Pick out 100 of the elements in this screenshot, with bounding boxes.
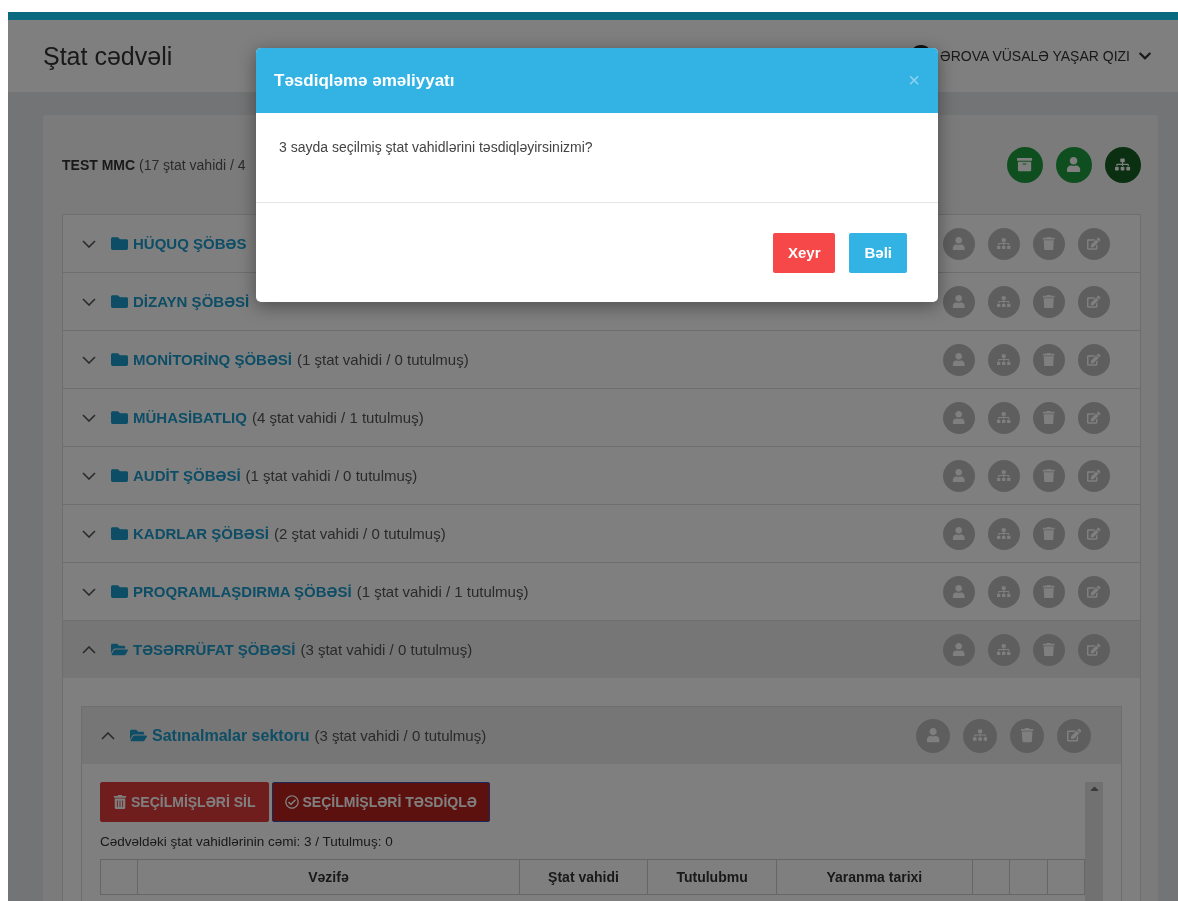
department-name[interactable]: MÜHASİBATLIQ (133, 409, 247, 426)
add-person-button[interactable] (943, 633, 975, 666)
edit-button[interactable] (1057, 718, 1091, 753)
department-name[interactable]: TƏSƏRRÜFAT ŞÖBƏSİ (133, 641, 296, 658)
sitemap-icon (997, 236, 1011, 251)
delete-selected-button[interactable]: SEÇİLMİŞLƏRİ SİL (100, 782, 269, 822)
page-title: Ştat cədvəli (43, 41, 173, 71)
sitemap-icon (972, 728, 988, 743)
trash-icon (1042, 468, 1056, 483)
department-name[interactable]: MONİTORİNQ ŞÖBƏSİ (133, 351, 292, 368)
user-icon (952, 584, 966, 599)
trash-icon (1042, 352, 1056, 367)
structure-button[interactable] (988, 343, 1020, 376)
add-person-button[interactable] (943, 343, 975, 376)
column-header: Ştat vahidi (519, 859, 648, 895)
close-button[interactable]: × (908, 69, 920, 92)
delete-button[interactable] (1033, 401, 1065, 434)
department-summary: (3 ştat vahidi / 0 tutulmuş) (300, 641, 473, 658)
folder-icon (130, 727, 147, 744)
trash-icon (1042, 236, 1056, 251)
edit-button[interactable] (1078, 459, 1110, 492)
structure-button[interactable] (988, 633, 1020, 666)
edit-button[interactable] (1078, 401, 1110, 434)
column-header (1047, 859, 1085, 895)
delete-button[interactable] (1033, 227, 1065, 260)
delete-button[interactable] (1033, 459, 1065, 492)
department-name[interactable]: HÜQUQ ŞÖBƏS (133, 235, 247, 252)
delete-button[interactable] (1033, 285, 1065, 318)
scrollbar[interactable] (1085, 782, 1103, 901)
edit-button[interactable] (1078, 285, 1110, 318)
delete-button[interactable] (1033, 343, 1065, 376)
structure-button[interactable] (963, 718, 997, 753)
structure-button[interactable] (988, 517, 1020, 550)
sitemap-icon (997, 584, 1011, 599)
edit-icon (1087, 410, 1101, 425)
trash-icon (1042, 584, 1056, 599)
structure-button[interactable] (988, 227, 1020, 260)
add-person-button[interactable] (943, 575, 975, 608)
edit-icon (1087, 294, 1101, 309)
add-person-button[interactable] (943, 401, 975, 434)
department-name[interactable]: AUDİT ŞÖBƏSİ (133, 467, 241, 484)
structure-button[interactable] (988, 575, 1020, 608)
user-name: ƏROVA VÜSALƏ YAŞAR QIZI (940, 48, 1130, 64)
user-icon (1066, 157, 1082, 173)
department-name[interactable]: DİZAYN ŞÖBƏSİ (133, 293, 250, 310)
sector-summary: (3 ştat vahidi / 0 tutulmuş) (314, 727, 487, 744)
sitemap-icon (997, 352, 1011, 367)
edit-button[interactable] (1078, 575, 1110, 608)
structure-button[interactable] (988, 459, 1020, 492)
column-header (100, 859, 138, 895)
organization-title: TEST MMC (17 ştat vahidi / 4 (62, 157, 246, 173)
chevron-up-icon (82, 645, 96, 654)
trash-icon (113, 795, 127, 809)
dialog-message: 3 sayda seçilmiş ştat vahidlərini təsdiqləyirsinizmi? (256, 113, 938, 203)
department-summary: (1 ştat vahidi / 1 tutulmuş) (356, 583, 529, 600)
delete-button[interactable] (1010, 718, 1044, 753)
add-person-button[interactable] (1056, 147, 1092, 183)
archive-button[interactable] (1007, 147, 1043, 183)
department-name[interactable]: KADRLAR ŞÖBƏSİ (133, 525, 269, 542)
structure-button[interactable] (988, 401, 1020, 434)
chevron-down-icon (82, 297, 96, 306)
folder-icon (111, 409, 128, 426)
no-button[interactable]: Xeyr (772, 232, 836, 273)
edit-button[interactable] (1078, 343, 1110, 376)
trash-icon (1042, 410, 1056, 425)
structure-button[interactable] (988, 285, 1020, 318)
department-name[interactable]: PROQRAMLAŞDIRMA ŞÖBƏSİ (133, 583, 352, 600)
delete-button[interactable] (1033, 633, 1065, 666)
add-person-button[interactable] (943, 285, 975, 318)
yes-button[interactable]: Bəli (849, 232, 907, 273)
sitemap-icon (997, 468, 1011, 483)
delete-button[interactable] (1033, 575, 1065, 608)
department-summary: (1 ştat vahidi / 0 tutulmuş) (296, 351, 469, 368)
edit-icon (1087, 584, 1101, 599)
trash-icon (1019, 728, 1035, 743)
trash-icon (1042, 526, 1056, 541)
column-header (1009, 859, 1048, 895)
chevron-down-icon (82, 587, 96, 596)
archive-icon (1017, 157, 1033, 173)
edit-button[interactable] (1078, 517, 1110, 550)
folder-icon (111, 525, 128, 542)
column-header: Tutulubmu (647, 859, 777, 895)
sitemap-icon (997, 526, 1011, 541)
user-icon (952, 642, 966, 657)
add-person-button[interactable] (943, 459, 975, 492)
sector-name[interactable]: Satınalmalar sektoru (152, 726, 310, 745)
department-summary: (4 ştat vahidi / 1 tutulmuş) (251, 409, 424, 426)
structure-button[interactable] (1105, 147, 1141, 183)
column-header (972, 859, 1010, 895)
add-person-button[interactable] (916, 718, 950, 753)
user-icon (952, 236, 966, 251)
delete-button[interactable] (1033, 517, 1065, 550)
edit-icon (1087, 236, 1101, 251)
edit-button[interactable] (1078, 227, 1110, 260)
edit-button[interactable] (1078, 633, 1110, 666)
user-icon (952, 352, 966, 367)
add-person-button[interactable] (943, 227, 975, 260)
approve-selected-button[interactable]: SEÇİLMİŞLƏRİ TƏSDİQLƏ (271, 782, 490, 822)
add-person-button[interactable] (943, 517, 975, 550)
user-icon (952, 294, 966, 309)
